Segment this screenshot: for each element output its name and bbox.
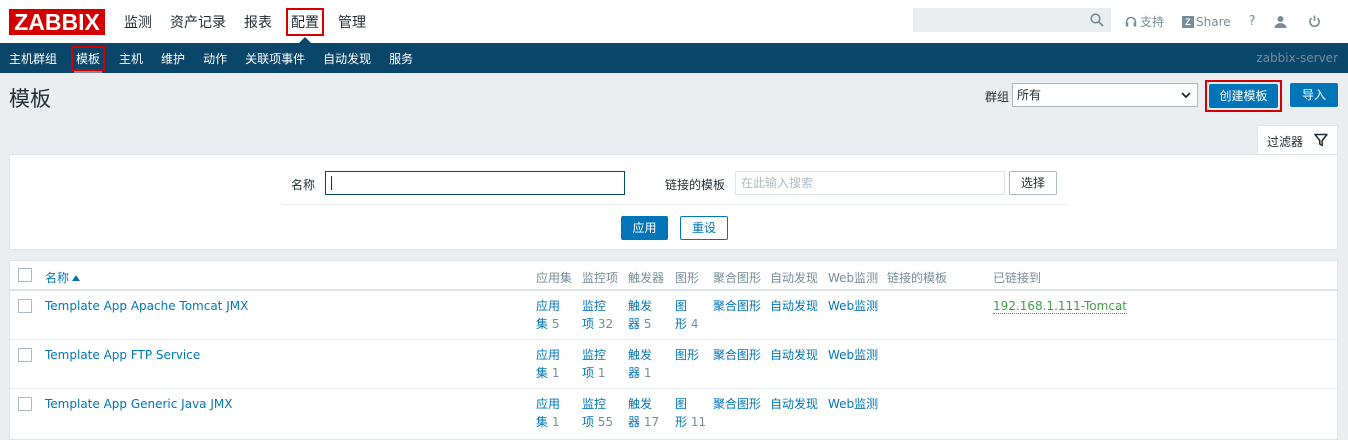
- web-link[interactable]: Web监测: [828, 395, 878, 413]
- filter-icon: [1314, 133, 1328, 147]
- items-link[interactable]: 监控项 32: [582, 297, 613, 333]
- template-name-link[interactable]: Template App Apache Tomcat JMX: [45, 297, 248, 315]
- column-header-screens: 聚合图形: [713, 271, 762, 285]
- discovery-link[interactable]: 自动发现: [770, 346, 818, 364]
- name-filter-input[interactable]: [325, 171, 625, 195]
- discovery-link[interactable]: 自动发现: [770, 297, 818, 315]
- top-header: ZABBIX 监测 资产记录 报表 配置 管理 支持 Z Share ?: [0, 0, 1348, 43]
- group-label: 群组: [985, 90, 1010, 104]
- menu-reports[interactable]: 报表: [235, 0, 281, 43]
- screens-link[interactable]: 聚合图形: [713, 395, 761, 413]
- submenu-templates[interactable]: 模板: [66, 43, 110, 73]
- items-link[interactable]: 监控项 55: [582, 395, 613, 431]
- submenu-discovery[interactable]: 自动发现: [314, 43, 380, 73]
- column-header-graphs: 图形: [675, 271, 700, 285]
- global-search: [913, 8, 1111, 32]
- power-icon: [1308, 15, 1320, 28]
- filter-panel: 名称 链接的模板 在此输入搜索 选择 应用 重设: [9, 154, 1338, 250]
- discovery-link[interactable]: 自动发现: [770, 395, 818, 413]
- headset-icon: [1125, 16, 1137, 26]
- name-filter-label: 名称: [291, 178, 316, 192]
- submenu-event-correlation[interactable]: 关联项事件: [236, 43, 314, 73]
- user-menu: 支持 Z Share ?: [1125, 0, 1342, 43]
- server-name: zabbix-server: [1256, 51, 1338, 65]
- menu-monitoring[interactable]: 监测: [115, 0, 161, 43]
- sub-menu: 主机群组 模板 主机 维护 动作 关联项事件 自动发现 服务 zabbix-se…: [0, 43, 1348, 73]
- select-button[interactable]: 选择: [1009, 171, 1057, 195]
- create-template-highlight: 创建模板: [1205, 80, 1282, 112]
- submenu-hosts[interactable]: 主机: [110, 43, 152, 73]
- triggers-link[interactable]: 触发器 17: [628, 395, 659, 431]
- screens-link[interactable]: 聚合图形: [713, 346, 761, 364]
- search-icon[interactable]: [1090, 13, 1104, 27]
- linked-host-link[interactable]: 192.168.1.111-Tomcat: [993, 299, 1127, 314]
- graphs-link[interactable]: 图形 4: [675, 297, 698, 333]
- column-header-items: 监控项: [582, 271, 619, 285]
- applications-link[interactable]: 应用集 5: [536, 297, 560, 333]
- triggers-link[interactable]: 触发器 1: [628, 346, 652, 382]
- templates-table: 名称 应用集 监控项 触发器 图形 聚合图形 自动发现 Web监测 链接的模板 …: [9, 260, 1338, 440]
- row-checkbox[interactable]: [18, 299, 32, 313]
- search-input[interactable]: [914, 9, 1084, 31]
- zabbix-logo[interactable]: ZABBIX: [9, 8, 105, 35]
- column-header-discovery: 自动发现: [770, 271, 819, 285]
- row-divider: [10, 339, 1337, 340]
- web-link[interactable]: Web监测: [828, 297, 878, 315]
- column-header-name[interactable]: 名称: [45, 269, 81, 286]
- support-link[interactable]: 支持: [1125, 13, 1164, 30]
- page-header: 模板 群组 所有 创建模板 导入: [0, 73, 1348, 118]
- graphs-link[interactable]: 图形: [675, 346, 699, 364]
- filter-divider: [282, 204, 1068, 205]
- row-checkbox[interactable]: [18, 397, 32, 411]
- submenu-host-groups[interactable]: 主机群组: [0, 43, 66, 73]
- submenu-maintenance[interactable]: 维护: [152, 43, 194, 73]
- template-name-link[interactable]: Template App Generic Java JMX: [45, 395, 232, 413]
- group-select[interactable]: 所有: [1012, 83, 1198, 107]
- template-name-link[interactable]: Template App FTP Service: [45, 346, 200, 364]
- column-header-triggers: 触发器: [628, 271, 665, 285]
- profile-link[interactable]: [1274, 15, 1290, 28]
- user-icon: [1274, 16, 1287, 28]
- sort-asc-icon: [72, 275, 81, 281]
- apply-button[interactable]: 应用: [621, 216, 668, 240]
- text-caret: [331, 176, 332, 190]
- triggers-link[interactable]: 触发器 5: [628, 297, 652, 333]
- header-divider: [10, 289, 1337, 291]
- select-all-checkbox[interactable]: [18, 268, 32, 282]
- submenu-actions[interactable]: 动作: [194, 43, 236, 73]
- main-menu: 监测 资产记录 报表 配置 管理: [115, 0, 375, 43]
- linked-templates-label: 链接的模板: [665, 178, 726, 192]
- share-link[interactable]: Z Share: [1182, 15, 1231, 29]
- filter-tab[interactable]: 过滤器: [1257, 125, 1338, 155]
- menu-administration[interactable]: 管理: [329, 0, 375, 43]
- share-icon: Z: [1182, 15, 1195, 28]
- web-link[interactable]: Web监测: [828, 346, 878, 364]
- menu-configuration[interactable]: 配置: [281, 0, 329, 43]
- column-header-linked: 链接的模板: [887, 271, 948, 285]
- import-button[interactable]: 导入: [1290, 83, 1338, 107]
- chevron-down-icon: [1181, 92, 1191, 99]
- reset-button[interactable]: 重设: [680, 216, 728, 240]
- screens-link[interactable]: 聚合图形: [713, 297, 761, 315]
- column-header-web: Web监测: [828, 271, 879, 285]
- row-divider: [10, 388, 1337, 389]
- linked-templates-input[interactable]: 在此输入搜索: [735, 171, 1005, 195]
- logout-link[interactable]: [1308, 15, 1324, 28]
- page-title: 模板: [9, 87, 51, 111]
- submenu-services[interactable]: 服务: [380, 43, 422, 73]
- row-checkbox[interactable]: [18, 348, 32, 362]
- column-header-linked-to: 已链接到: [993, 271, 1042, 285]
- help-icon: ?: [1248, 14, 1256, 29]
- graphs-link[interactable]: 图形 11: [675, 395, 706, 431]
- items-link[interactable]: 监控项 1: [582, 346, 606, 382]
- help-link[interactable]: ?: [1249, 14, 1256, 29]
- column-header-apps: 应用集: [536, 271, 573, 285]
- applications-link[interactable]: 应用集 1: [536, 346, 560, 382]
- create-template-button[interactable]: 创建模板: [1209, 84, 1278, 108]
- applications-link[interactable]: 应用集 1: [536, 395, 560, 431]
- menu-inventory[interactable]: 资产记录: [161, 0, 235, 43]
